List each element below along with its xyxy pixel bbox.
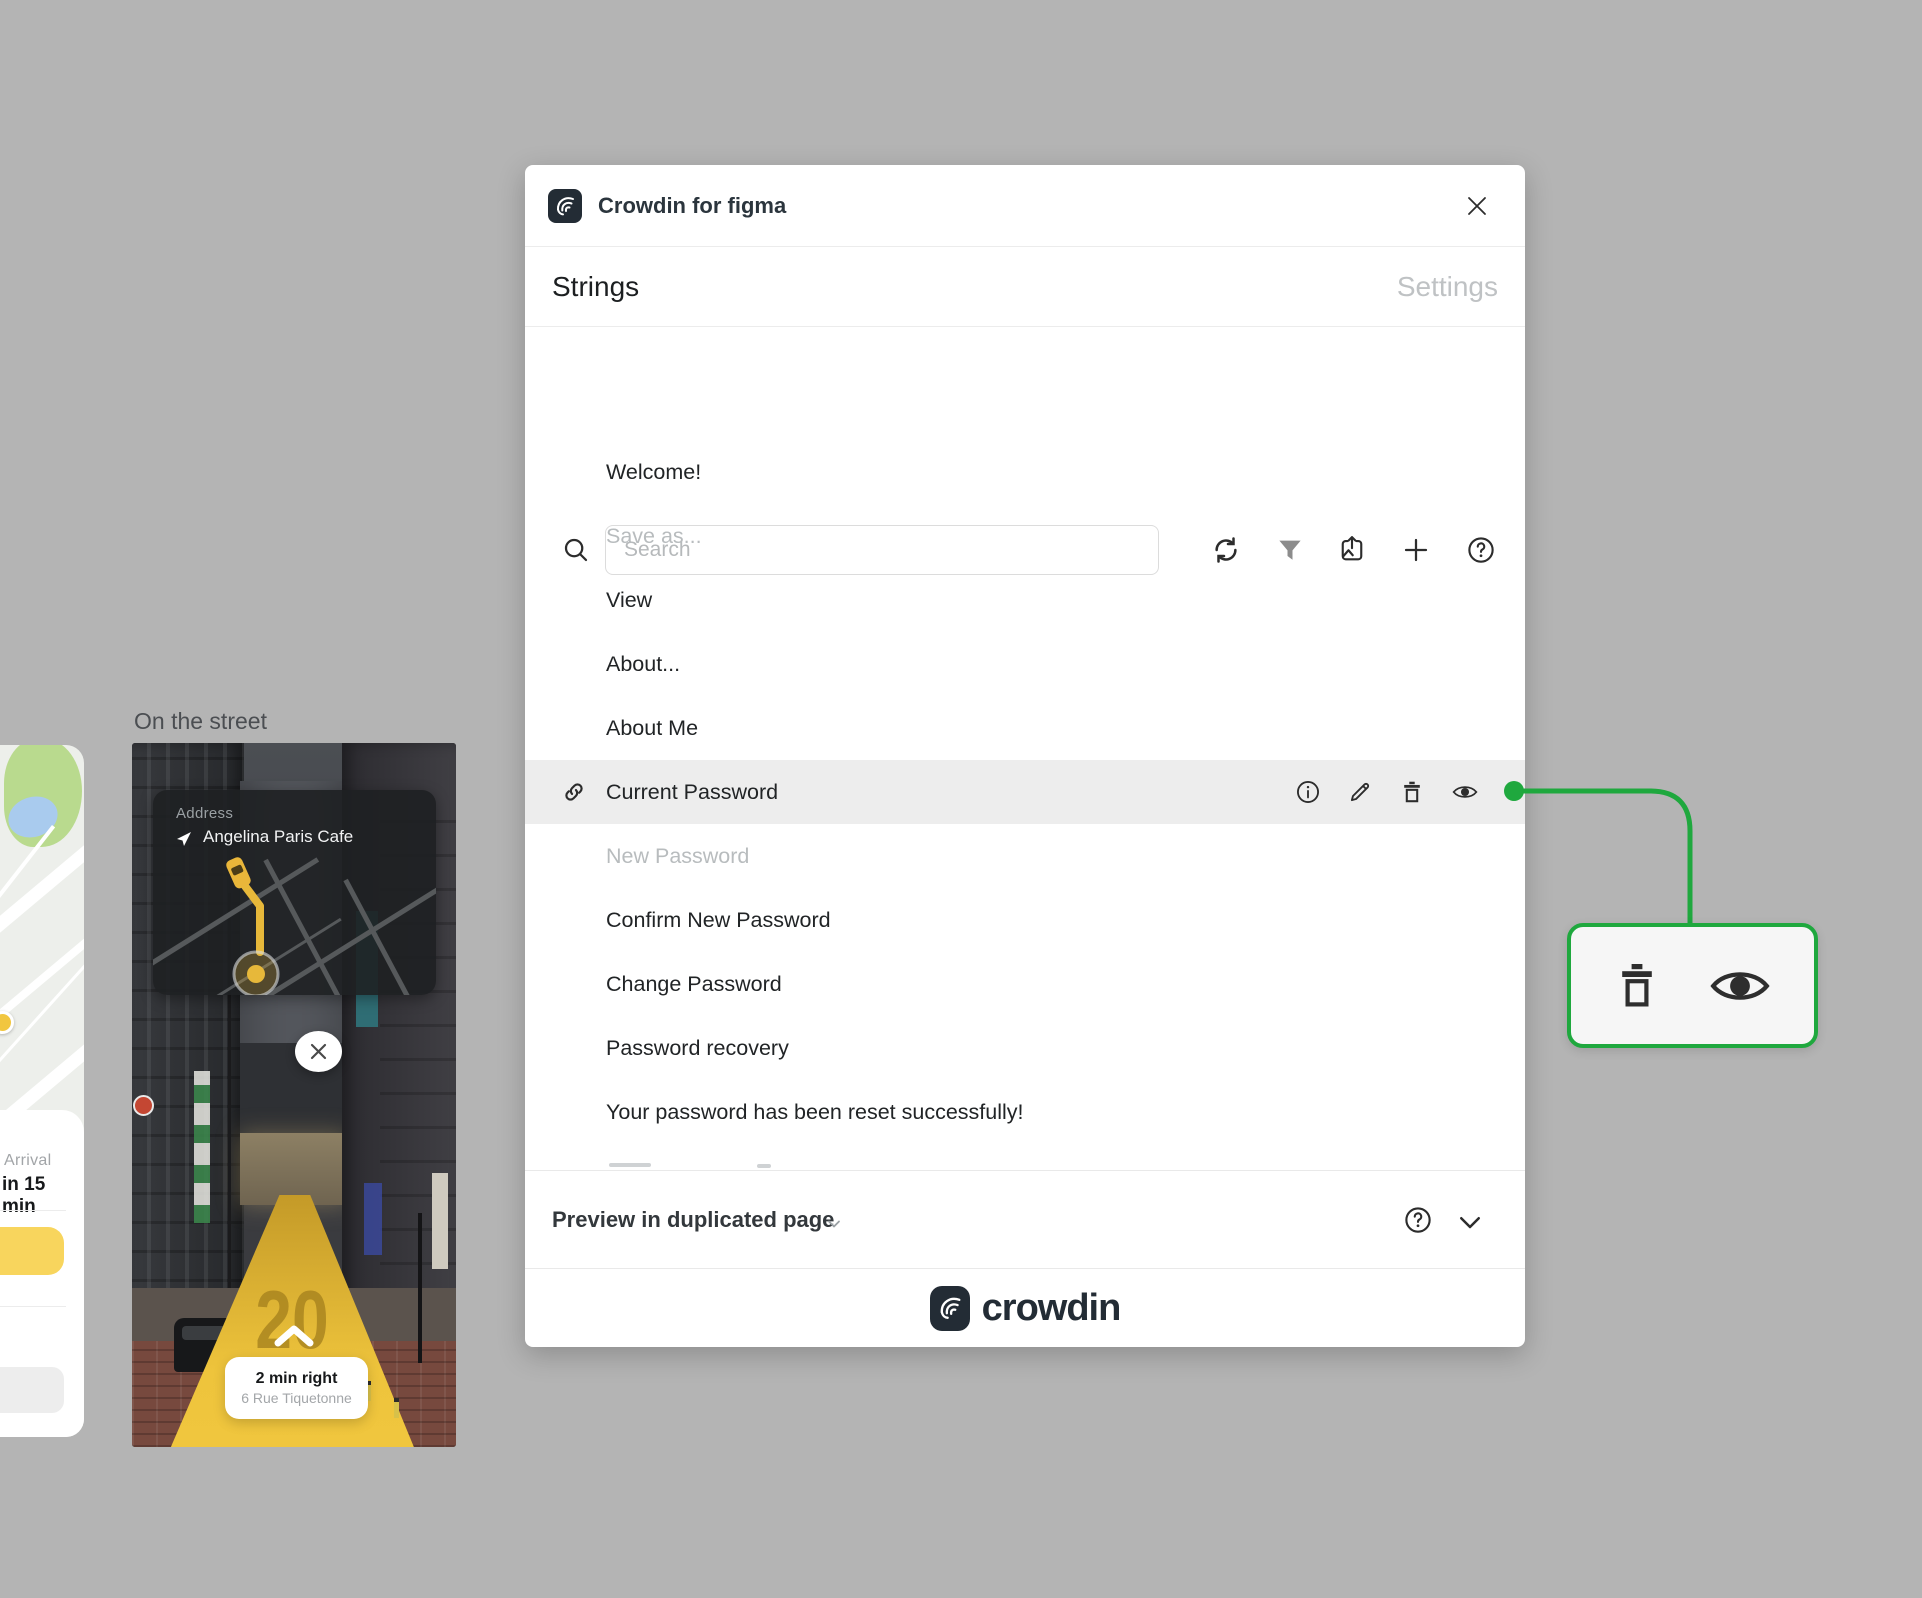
direction-card: 2 min right 6 Rue Tiquetonne (225, 1357, 368, 1419)
plugin-tabs: Strings Settings (525, 247, 1525, 327)
string-row[interactable]: About Me (525, 696, 1525, 760)
bollard (394, 1398, 399, 1418)
link-icon (561, 779, 587, 811)
ride-bottom-sheet: Arrival in 15 min (0, 1110, 84, 1437)
preview-icon (1709, 971, 1770, 1000)
crowdin-logo (548, 188, 582, 223)
crowdin-wordmark: crowdin (981, 1286, 1122, 1329)
map-road (0, 838, 84, 945)
string-row[interactable]: Change Password (525, 952, 1525, 1016)
tab-strings[interactable]: Strings (552, 271, 639, 303)
street-pole (418, 1213, 422, 1363)
address-label: Address (176, 805, 234, 822)
callout-connector (1504, 781, 1693, 929)
route-preview (226, 857, 280, 995)
string-row[interactable]: View (525, 568, 1525, 632)
string-row[interactable]: Confirm New Password (525, 888, 1525, 952)
divider (0, 1210, 66, 1211)
plugin-toolbar (525, 327, 1525, 575)
preview-icon[interactable] (1451, 779, 1479, 805)
string-row[interactable]: Save as... (525, 504, 1525, 568)
string-row[interactable]: About... (525, 632, 1525, 696)
close-ar-button[interactable] (295, 1031, 342, 1072)
string-row-actions (1295, 760, 1479, 824)
direction-arrow-icon (272, 1325, 316, 1352)
direction-primary: 2 min right (255, 1370, 338, 1387)
plugin-title: Crowdin for figma (598, 192, 787, 218)
strings-list: Welcome! Save as... View About... About … (525, 440, 1525, 1170)
navigation-arrow-icon (175, 830, 193, 853)
direction-secondary: 6 Rue Tiquetonne (241, 1390, 352, 1406)
delete-icon[interactable] (1399, 779, 1425, 805)
collapse-chevron-icon[interactable] (1453, 1205, 1487, 1239)
artboard-title: On the street (134, 708, 267, 734)
ar-route-number: 20 (255, 1272, 329, 1366)
delete-icon (1621, 963, 1652, 1007)
tab-settings[interactable]: Settings (1397, 271, 1498, 303)
arrival-label: Arrival (4, 1152, 52, 1169)
clipped-row-remnant (757, 1164, 771, 1168)
close-plugin-button[interactable] (1462, 191, 1492, 221)
string-row[interactable]: Password recovery (525, 1016, 1525, 1080)
string-row[interactable]: Welcome! (525, 440, 1525, 504)
crowdin-brand-footer: crowdin (525, 1268, 1525, 1347)
address-value: Angelina Paris Cafe (203, 827, 354, 846)
address-minimap-card: Address Angelina Paris Cafe (153, 790, 436, 995)
string-row-selected[interactable]: Current Password (525, 760, 1525, 824)
string-row[interactable]: New Password (525, 824, 1525, 888)
plugin-header: Crowdin for figma (525, 165, 1525, 247)
close-icon (310, 1043, 327, 1060)
preview-duplicated-page-button[interactable]: Preview in duplicated page (552, 1207, 834, 1233)
street-sign (364, 1183, 382, 1255)
map-artboard: Arrival in 15 min (0, 745, 84, 1437)
close-icon (1468, 197, 1486, 215)
divider (0, 1306, 66, 1307)
crowdin-plugin-window: Crowdin for figma Strings Settings Searc… (525, 165, 1525, 1347)
secondary-button[interactable] (0, 1367, 64, 1413)
info-icon[interactable] (1295, 779, 1321, 805)
help-icon[interactable] (1401, 1203, 1435, 1237)
street-sign (194, 1071, 210, 1223)
arrival-value: in 15 min (2, 1174, 46, 1217)
street-artboard: 20 Address Angelina Paris Cafe 2 min rig… (132, 743, 456, 1447)
street-sign (432, 1173, 448, 1269)
edit-icon[interactable] (1347, 779, 1373, 805)
crowdin-logo (929, 1285, 970, 1331)
string-row[interactable]: Your password has been reset successfull… (525, 1080, 1525, 1144)
map-pin (0, 1011, 14, 1034)
chevron-down-icon[interactable] (825, 1215, 843, 1238)
row-actions-callout (1567, 923, 1818, 1048)
confirm-ride-button[interactable] (0, 1227, 64, 1275)
speed-sign (133, 1095, 154, 1116)
clipped-row-remnant (609, 1163, 651, 1167)
plugin-footer: Preview in duplicated page (525, 1170, 1525, 1268)
